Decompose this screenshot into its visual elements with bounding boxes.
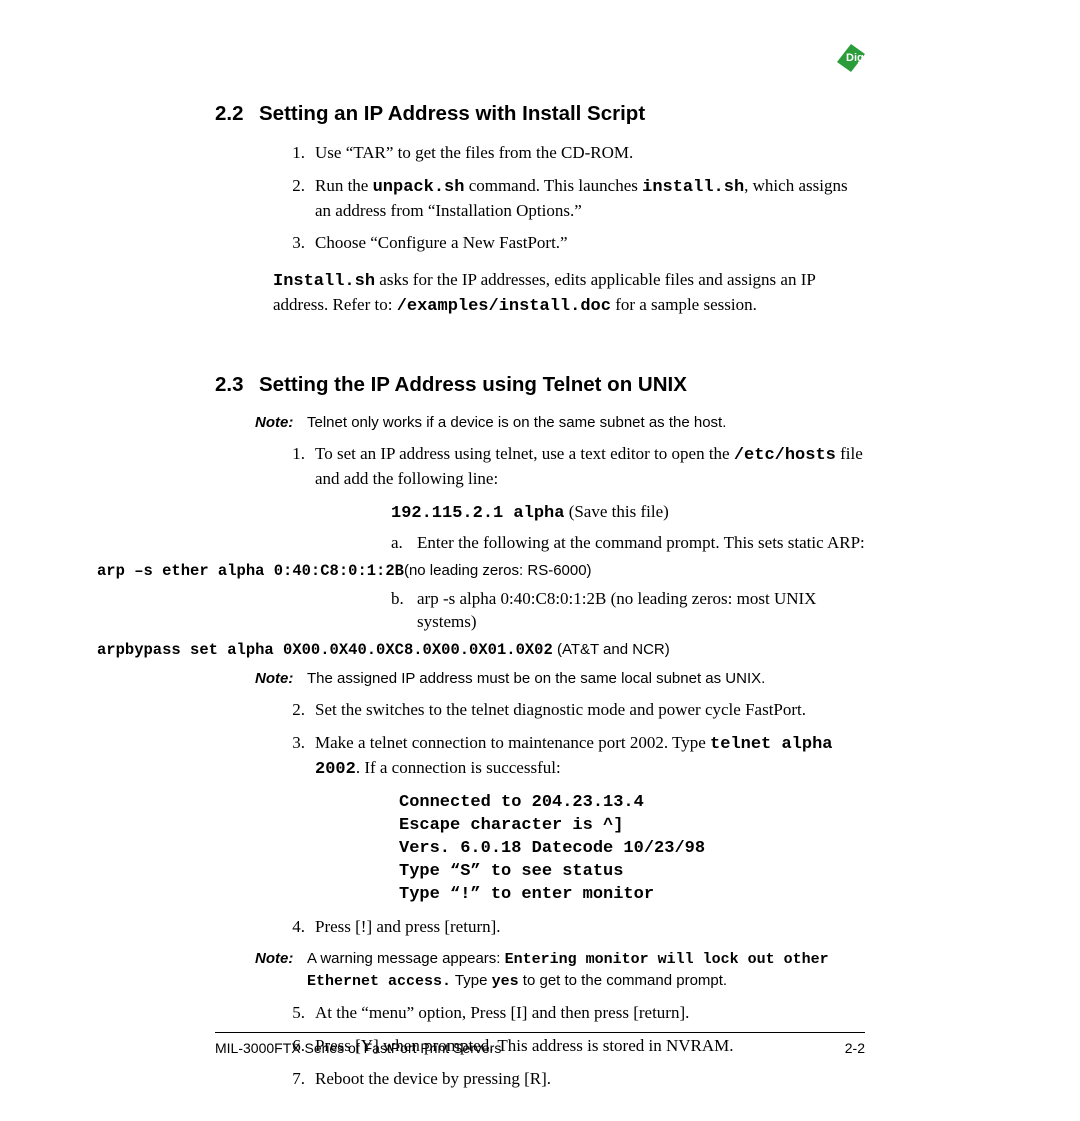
note-label: Note: xyxy=(255,949,297,992)
telnet-output: Connected to 204.23.13.4 Escape characte… xyxy=(399,792,865,907)
list-item: 4. Press [!] and press [return]. xyxy=(287,916,865,939)
list-item: 2. Set the switches to the telnet diagno… xyxy=(287,699,865,722)
section-number: 2.3 xyxy=(215,371,245,399)
list-item: 3. Make a telnet connection to maintenan… xyxy=(287,732,865,782)
section-title: Setting the IP Address using Telnet on U… xyxy=(259,371,687,399)
list-item: 2. Run the unpack.sh command. This launc… xyxy=(287,175,865,223)
list-item: 3. Choose “Configure a New FastPort.” xyxy=(287,232,865,255)
note-label: Note: xyxy=(255,669,297,689)
page-number: 2-2 xyxy=(845,1039,865,1058)
list-item: 1. Use “TAR” to get the files from the C… xyxy=(287,142,865,165)
code-line: 192.115.2.1 alpha (Save this file) xyxy=(391,501,865,526)
note: Note: Telnet only works if a device is o… xyxy=(255,413,865,433)
note-body: The assigned IP address must be on the s… xyxy=(307,669,865,689)
note-body: A warning message appears: Entering moni… xyxy=(307,949,865,992)
brand-logo: Digi xyxy=(829,44,865,72)
note-body: Telnet only works if a device is on the … xyxy=(307,413,865,433)
section-heading-23: 2.3 Setting the IP Address using Telnet … xyxy=(215,371,865,399)
svg-text:Digi: Digi xyxy=(846,52,865,64)
section-title: Setting an IP Address with Install Scrip… xyxy=(259,100,645,128)
arp-command-1: arp –s ether alpha 0:40:C8:0:1:2B(no lea… xyxy=(97,561,937,582)
list-item: 5. At the “menu” option, Press [I] and t… xyxy=(287,1002,865,1025)
footer-title: MIL-3000FTX Series of FastPort Print Ser… xyxy=(215,1039,501,1058)
sub-list-item: a. Enter the following at the command pr… xyxy=(391,532,865,555)
section-heading-22: 2.2 Setting an IP Address with Install S… xyxy=(215,100,865,128)
sub-list-item: b. arp -s alpha 0:40:C8:0:1:2B (no leadi… xyxy=(391,588,865,634)
paragraph: Install.sh asks for the IP addresses, ed… xyxy=(273,269,865,319)
list-item: 7. Reboot the device by pressing [R]. xyxy=(287,1068,865,1091)
arp-command-2: arpbypass set alpha 0X00.0X40.0XC8.0X00.… xyxy=(97,640,937,661)
section-number: 2.2 xyxy=(215,100,245,128)
note: Note: A warning message appears: Enterin… xyxy=(255,949,865,992)
note: Note: The assigned IP address must be on… xyxy=(255,669,865,689)
page-footer: MIL-3000FTX Series of FastPort Print Ser… xyxy=(215,1032,865,1058)
list-item: 1. To set an IP address using telnet, us… xyxy=(287,443,865,491)
note-label: Note: xyxy=(255,413,297,433)
